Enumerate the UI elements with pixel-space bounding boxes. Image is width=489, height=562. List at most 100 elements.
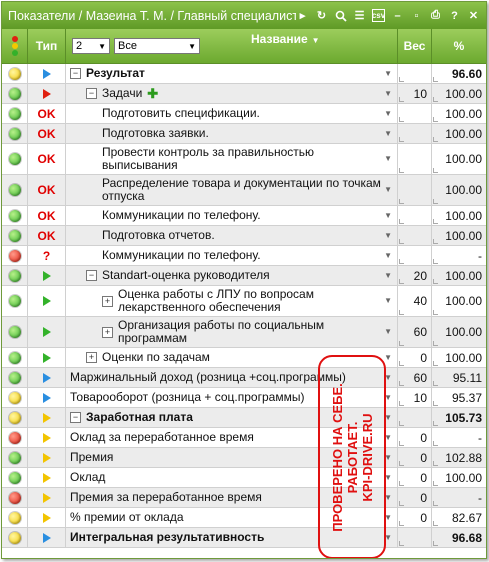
collapse-icon[interactable]: −: [86, 270, 97, 281]
name-cell[interactable]: Маржинальный доход (розница +соц.програм…: [66, 368, 398, 387]
restore-icon[interactable]: ▫: [410, 9, 423, 22]
refresh-icon[interactable]: ↻: [315, 9, 328, 22]
green-play-triangle-icon[interactable]: [42, 327, 51, 337]
weight-cell[interactable]: 0: [398, 468, 432, 487]
table-row[interactable]: − Результат ▼ 96.60: [2, 64, 486, 84]
weight-cell[interactable]: [398, 124, 432, 143]
weight-cell[interactable]: [398, 175, 432, 205]
percent-cell[interactable]: 100.00: [432, 317, 486, 347]
arrow-right-icon[interactable]: ▸: [296, 9, 309, 22]
table-row[interactable]: OK Подготовка отчетов. ▼ 100.00: [2, 226, 486, 246]
percent-cell[interactable]: -: [432, 488, 486, 507]
name-cell[interactable]: − Standart-оценка руководителя ▼: [66, 266, 398, 285]
row-menu-chevron-icon[interactable]: ▼: [384, 433, 392, 442]
green-play-triangle-icon[interactable]: [42, 352, 51, 363]
table-row[interactable]: − Задачи ✚ ▼ 10 100.00: [2, 84, 486, 104]
type-column-header[interactable]: Тип: [28, 29, 66, 63]
yellow-play-triangle-icon[interactable]: [42, 412, 51, 423]
row-menu-chevron-icon[interactable]: ▼: [384, 413, 392, 422]
blue-play-triangle-icon[interactable]: [42, 392, 51, 403]
row-menu-chevron-icon[interactable]: ▼: [384, 109, 392, 118]
row-menu-chevron-icon[interactable]: ▼: [384, 296, 392, 305]
row-menu-chevron-icon[interactable]: ▼: [384, 89, 392, 98]
name-cell[interactable]: Подготовка заявки. ▼: [66, 124, 398, 143]
row-menu-chevron-icon[interactable]: ▼: [384, 393, 392, 402]
table-row[interactable]: Товарооборот (розница + соц.программы) ▼ 1…: [2, 388, 486, 408]
table-row[interactable]: OK Коммуникации по телефону. ▼ 100.00: [2, 206, 486, 226]
table-row[interactable]: + Организация работы по социальным програ…: [2, 317, 486, 348]
percent-cell[interactable]: 100.00: [432, 104, 486, 123]
weight-cell[interactable]: 0: [398, 348, 432, 367]
name-cell[interactable]: Подготовка отчетов. ▼: [66, 226, 398, 245]
name-cell[interactable]: Товарооборот (розница + соц.программы) ▼: [66, 388, 398, 407]
row-menu-chevron-icon[interactable]: ▼: [384, 353, 392, 362]
sort-chevron-icon[interactable]: ▼: [312, 36, 320, 45]
percent-cell[interactable]: -: [432, 246, 486, 265]
weight-cell[interactable]: 0: [398, 488, 432, 507]
name-cell[interactable]: Коммуникации по телефону. ▼: [66, 246, 398, 265]
table-row[interactable]: − Заработная плата ▼ 105.73: [2, 408, 486, 428]
table-row[interactable]: % премии от оклада ▼ 0 82.67: [2, 508, 486, 528]
expand-icon[interactable]: +: [102, 326, 113, 338]
weight-cell[interactable]: [398, 64, 432, 83]
table-row[interactable]: Оклад за переработанное время ▼ 0 -: [2, 428, 486, 448]
table-row[interactable]: OK Провести контроль за правильностью вып…: [2, 144, 486, 175]
row-menu-chevron-icon[interactable]: ▼: [384, 211, 392, 220]
row-menu-chevron-icon[interactable]: ▼: [384, 251, 392, 260]
table-row[interactable]: Оклад ▼ 0 100.00: [2, 468, 486, 488]
table-row[interactable]: Премия за переработанное время ▼ 0 -: [2, 488, 486, 508]
weight-column-header[interactable]: Вес: [398, 29, 432, 63]
yellow-play-triangle-icon[interactable]: [42, 452, 51, 463]
percent-cell[interactable]: 96.60: [432, 64, 486, 83]
weight-cell[interactable]: 0: [398, 428, 432, 447]
row-menu-chevron-icon[interactable]: ▼: [384, 327, 392, 336]
table-row[interactable]: Интегральная результативность ▼ 96.68: [2, 528, 486, 548]
weight-cell[interactable]: [398, 144, 432, 174]
row-menu-chevron-icon[interactable]: ▼: [384, 69, 392, 78]
row-menu-chevron-icon[interactable]: ▼: [384, 473, 392, 482]
weight-cell[interactable]: 0: [398, 508, 432, 527]
weight-cell[interactable]: [398, 246, 432, 265]
table-row[interactable]: + Оценки по задачам ▼ 0 100.00: [2, 348, 486, 368]
name-cell[interactable]: − Результат ▼: [66, 64, 398, 83]
print-icon[interactable]: ⎙: [429, 9, 442, 22]
row-menu-chevron-icon[interactable]: ▼: [384, 129, 392, 138]
list-icon[interactable]: ☰: [353, 9, 366, 22]
percent-cell[interactable]: 100.00: [432, 175, 486, 205]
percent-cell[interactable]: 100.00: [432, 266, 486, 285]
row-menu-chevron-icon[interactable]: ▼: [384, 271, 392, 280]
red-play-triangle-icon[interactable]: [42, 88, 51, 99]
name-column-header[interactable]: 2 ▼ Все ▼ Название ▼: [66, 29, 398, 63]
percent-cell[interactable]: 82.67: [432, 508, 486, 527]
expand-icon[interactable]: +: [102, 295, 113, 307]
minimize-icon[interactable]: –: [391, 9, 404, 22]
weight-cell[interactable]: [398, 408, 432, 427]
weight-cell[interactable]: [398, 226, 432, 245]
row-menu-chevron-icon[interactable]: ▼: [384, 373, 392, 382]
name-cell[interactable]: Провести контроль за правильностью выпис…: [66, 144, 398, 174]
percent-cell[interactable]: 96.68: [432, 528, 486, 547]
csv-icon[interactable]: csv: [372, 9, 385, 22]
weight-cell[interactable]: [398, 206, 432, 225]
blue-play-triangle-icon[interactable]: [42, 372, 51, 383]
help-icon[interactable]: ?: [448, 9, 461, 22]
row-menu-chevron-icon[interactable]: ▼: [384, 513, 392, 522]
row-menu-chevron-icon[interactable]: ▼: [384, 231, 392, 240]
percent-cell[interactable]: 100.00: [432, 84, 486, 103]
weight-cell[interactable]: [398, 528, 432, 547]
weight-cell[interactable]: [398, 104, 432, 123]
name-cell[interactable]: Премия ▼: [66, 448, 398, 467]
table-row[interactable]: Премия ▼ 0 102.88: [2, 448, 486, 468]
table-row[interactable]: OK Подготовить спецификации. ▼ 100.00: [2, 104, 486, 124]
table-row[interactable]: + Оценка работы с ЛПУ по вопросам лекарст…: [2, 286, 486, 317]
name-cell[interactable]: Коммуникации по телефону. ▼: [66, 206, 398, 225]
name-cell[interactable]: Оклад за переработанное время ▼: [66, 428, 398, 447]
name-cell[interactable]: % премии от оклада ▼: [66, 508, 398, 527]
name-cell[interactable]: Интегральная результативность ▼: [66, 528, 398, 547]
percent-cell[interactable]: 100.00: [432, 124, 486, 143]
row-menu-chevron-icon[interactable]: ▼: [384, 185, 392, 194]
green-play-triangle-icon[interactable]: [42, 296, 51, 306]
percent-cell[interactable]: 100.00: [432, 226, 486, 245]
table-row[interactable]: − Standart-оценка руководителя ▼ 20 100.00: [2, 266, 486, 286]
row-menu-chevron-icon[interactable]: ▼: [384, 493, 392, 502]
